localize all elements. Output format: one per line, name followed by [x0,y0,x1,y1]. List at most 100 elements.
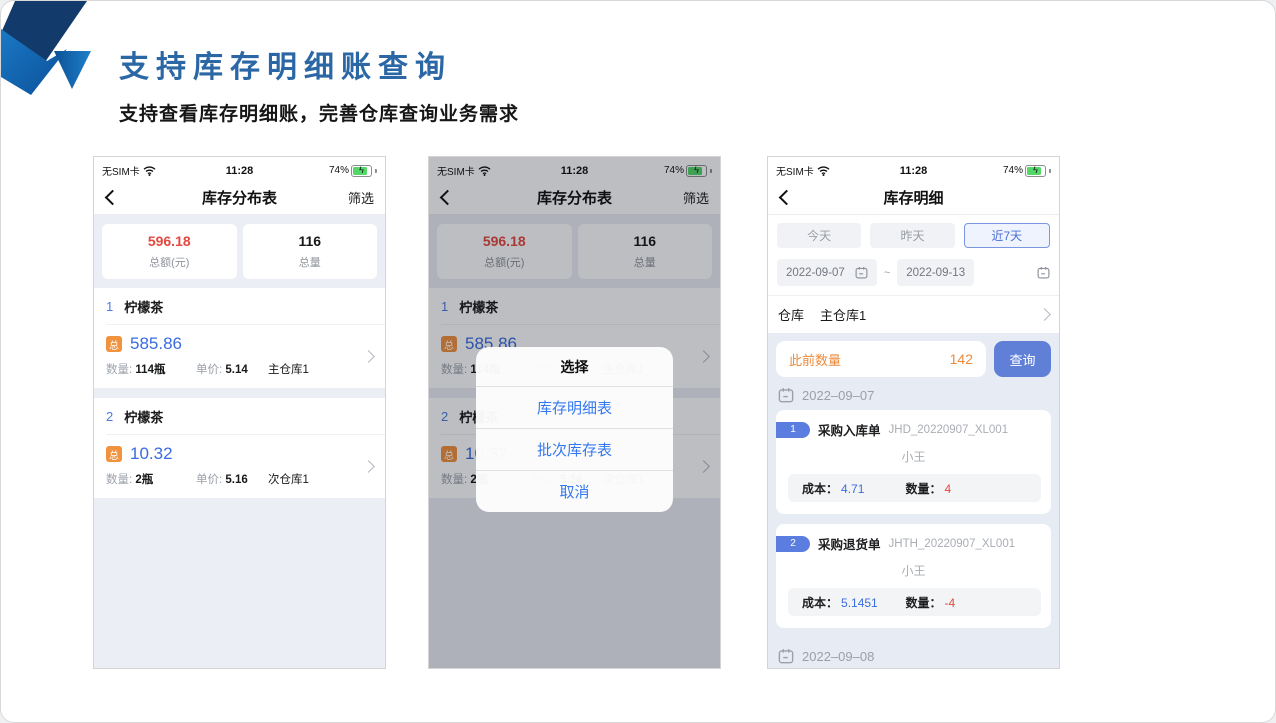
date-group-header: 2022–09–08 [776,638,1051,668]
select-dialog: 选择 库存明细表 批次库存表 取消 [476,347,673,512]
entry-index-badge: 1 [776,422,810,438]
date-from-value: 2022-09-07 [786,267,845,279]
ledger-entry-card[interactable]: 1 采购入库单 JHD_20220907_XL001 小王 成本：4.71 数量… [776,410,1051,514]
page-title: 支持库存明细账查询 [119,42,452,86]
dialog-cancel-button[interactable]: 取消 [476,470,673,512]
entry-type: 采购入库单 [818,420,881,439]
dialog-option-inventory-detail[interactable]: 库存明细表 [476,386,673,428]
total-qty-card: 116 总量 [243,224,378,279]
qty-label: 数量: [106,474,132,486]
date-to-field[interactable]: 2022-09-13 [897,259,974,286]
phone-screenshot-detail: 无SIM卡 11:28 74% ϟ [767,156,1060,669]
calendar-icon [855,266,868,279]
date-from-field[interactable]: 2022-09-07 [777,259,877,286]
item-amount: 10.32 [130,444,173,464]
date-to-value: 2022-09-13 [906,267,965,279]
group-date: 2022–09–07 [802,388,874,403]
nav-title: 库存明细 [768,187,1059,208]
page-subtitle: 支持查看库存明细账，完善仓库查询业务需求 [119,99,519,126]
entry-operator: 小王 [776,562,1051,579]
price-value: 5.14 [225,364,247,376]
date-group-header: 2022–09–07 [776,377,1051,410]
chevron-right-icon[interactable] [362,460,375,473]
nav-bar: 库存分布表 筛选 [94,181,385,215]
calendar-icon [778,648,794,664]
tab-last-7-days[interactable]: 近7天 [964,223,1050,248]
warehouse-label: 仓库 [778,305,804,324]
phone-screenshot-distribution: 无SIM卡 11:28 74% ϟ [93,156,386,669]
status-bar: 无SIM卡 11:28 74% ϟ [94,157,385,181]
cost-label: 成本： [802,594,838,611]
battery-percent: 74% [1003,165,1023,176]
query-button[interactable]: 查询 [994,341,1051,377]
phone-screenshot-dialog: 无SIM卡 11:28 74% ϟ [428,156,721,669]
entry-operator: 小王 [776,448,1051,465]
price-value: 5.16 [225,474,247,486]
filter-button[interactable]: 筛选 [348,188,374,207]
previous-qty-value: 142 [950,351,973,367]
price-label: 单价: [196,364,222,376]
total-badge-icon: 总 [106,446,122,462]
status-bar: 无SIM卡 11:28 74% ϟ [768,157,1059,181]
qty-label: 数量： [906,594,942,611]
date-tilde: ~ [884,267,890,279]
calendar-icon[interactable] [1037,266,1050,279]
battery-charging-icon: ϟ [351,165,372,177]
entry-index-badge: 2 [776,536,810,552]
battery-charging-icon: ϟ [1025,165,1046,177]
stock-item-row[interactable]: 1 柠檬茶 总 585.86 数量: 114瓶 单价: 5.14 主仓库1 [94,288,385,388]
previous-qty-field: 此前数量 142 [776,341,986,377]
chevron-right-icon [1038,308,1051,321]
date-range-tabs: 今天 昨天 近7天 [768,215,1059,253]
total-amount-value: 596.18 [148,233,191,249]
dialog-title: 选择 [476,347,673,386]
stock-item-row[interactable]: 2 柠檬茶 总 10.32 数量: 2瓶 单价: 5.16 次仓库1 [94,398,385,498]
nav-bar: 库存明细 [768,181,1059,215]
chevron-right-icon[interactable] [362,350,375,363]
item-index: 1 [106,299,113,314]
qty-label: 数量: [106,364,132,376]
battery-percent: 74% [329,165,349,176]
total-qty-value: 116 [298,233,321,249]
cost-value: 5.1451 [841,596,878,610]
nav-title: 库存分布表 [94,187,385,208]
item-index: 2 [106,409,113,424]
distribution-body: 596.18 总额(元) 116 总量 1 柠檬茶 [94,215,385,668]
entry-stats-bar: 成本：4.71 数量：4 [788,474,1041,502]
entry-order-number: JHTH_20220907_XL001 [889,538,1016,550]
price-label: 单价: [196,474,222,486]
total-amount-card: 596.18 总额(元) [102,224,237,279]
detail-body: 此前数量 142 查询 2022–09–07 1 采购入库单 JHD_20 [768,333,1059,668]
summary-cards: 596.18 总额(元) 116 总量 [94,215,385,288]
warehouse-selector-row[interactable]: 仓库 主仓库1 [768,295,1059,333]
group-date: 2022–09–08 [802,649,874,664]
total-badge-icon: 总 [106,336,122,352]
entry-stats-bar: 成本：5.1451 数量：-4 [788,588,1041,616]
qty-value: -4 [945,596,956,610]
ledger-entry-card[interactable]: 2 采购退货单 JHTH_20220907_XL001 小王 成本：5.1451… [776,524,1051,628]
item-name: 柠檬茶 [124,297,163,316]
qty-value: 4 [945,482,952,496]
warehouse-name: 主仓库1 [268,361,309,377]
item-amount: 585.86 [130,334,182,354]
qty-label: 数量： [906,480,942,497]
dialog-option-batch-inventory[interactable]: 批次库存表 [476,428,673,470]
total-qty-label: 总量 [299,254,321,270]
warehouse-selected-value: 主仓库1 [820,305,866,324]
tab-yesterday[interactable]: 昨天 [870,223,954,248]
tab-today[interactable]: 今天 [777,223,861,248]
title-arrow-triangle [54,51,91,89]
calendar-icon [778,387,794,403]
item-name: 柠檬茶 [124,407,163,426]
warehouse-name: 次仓库1 [268,471,309,487]
slide: 支持库存明细账查询 支持查看库存明细账，完善仓库查询业务需求 无SIM卡 11:… [0,0,1276,723]
qty-value: 2瓶 [135,474,153,486]
date-range-row: 2022-09-07 ~ 2022-09-13 [768,253,1059,295]
previous-qty-label: 此前数量 [789,350,841,369]
entry-order-number: JHD_20220907_XL001 [889,424,1009,436]
qty-value: 114瓶 [135,364,165,376]
entry-type: 采购退货单 [818,534,881,553]
cost-value: 4.71 [841,482,864,496]
total-amount-label: 总额(元) [149,254,189,270]
cost-label: 成本： [802,480,838,497]
